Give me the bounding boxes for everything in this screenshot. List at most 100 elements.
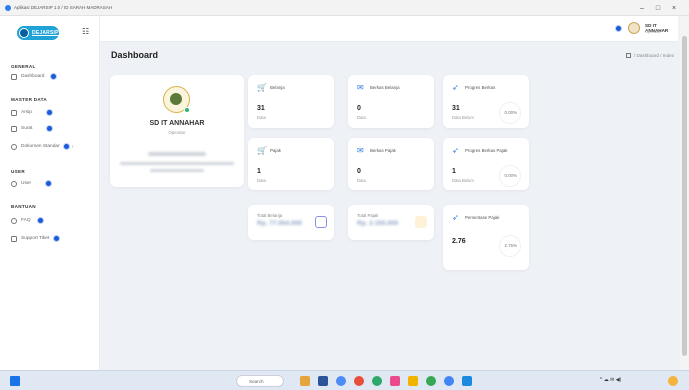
window-title-bar: Aplikasi DEJARSIP 1.0 / ID SARAH MADRASA… — [0, 0, 689, 16]
window-title: Aplikasi DEJARSIP 1.0 / ID SARAH MADRASA… — [14, 5, 112, 10]
folder-icon — [11, 109, 17, 116]
card-percentage: 0.00% — [504, 110, 517, 115]
cart-icon: 🛒 — [257, 146, 267, 155]
taskbar-app-icon[interactable] — [408, 376, 418, 386]
section-master-data: MASTER DATA — [11, 97, 48, 102]
card-label: Progres Berkas Pajak — [465, 148, 508, 153]
system-tray[interactable]: ^ ☁ ✉ ◀) — [600, 377, 621, 383]
badge-dot — [62, 143, 70, 150]
money-icon — [415, 216, 427, 228]
avatar[interactable] — [628, 22, 640, 34]
card-value: 0 — [357, 168, 361, 175]
badge-dot — [45, 180, 53, 187]
minimize-button[interactable]: – — [635, 0, 649, 16]
taskbar-search[interactable]: Search — [236, 375, 284, 387]
maximize-button[interactable]: □ — [651, 0, 665, 16]
card-label: Berkas Belanja — [370, 85, 400, 90]
sidebar-item-label: User — [21, 181, 32, 186]
card-label: Persentase Pajak — [465, 215, 500, 220]
card-progres-berkas[interactable]: ➶ Progres Berkas 31 Data Belum 0.00% — [443, 75, 529, 128]
card-value: 2.76 — [452, 238, 466, 245]
taskbar-app-icon[interactable] — [372, 376, 382, 386]
card-progres-berkas-pajak[interactable]: ➶ Progres Berkas Pajak 1 Data Belum 0.00… — [443, 138, 529, 190]
chevron-right-icon: › — [71, 143, 74, 150]
profile-name: SD IT ANNAHAR — [149, 120, 205, 127]
card-pajak[interactable]: 🛒 Pajak 1 Data — [248, 138, 334, 190]
breadcrumb-text: / Dashboard / Index — [633, 53, 674, 58]
badge-dot — [53, 235, 61, 242]
sidebar-item-support-tiket[interactable]: Support Tiket — [11, 234, 61, 243]
calendar-icon — [315, 216, 327, 228]
breadcrumb-home-icon[interactable] — [625, 53, 631, 58]
card-sub: Data — [257, 115, 266, 120]
card-total-belanja[interactable]: Total Belanja Rp. 77.004.000 — [248, 205, 334, 240]
badge-dot — [36, 217, 44, 224]
profile-card: SD IT ANNAHAR Operator — [110, 75, 244, 187]
header-user-role: Operator — [645, 29, 661, 34]
blurred-amount: Rp. 77.004.000 — [257, 220, 302, 227]
sidebar-item-arsip[interactable]: Arsip — [11, 108, 53, 117]
sidebar-item-label: Arsip — [21, 110, 32, 115]
profile-role: Operator — [168, 130, 186, 135]
logo-text: DEJARSIP — [32, 30, 59, 36]
card-value: 0 — [357, 105, 361, 112]
taskbar-app-icon[interactable] — [462, 376, 472, 386]
mail-icon — [11, 125, 17, 132]
sidebar-item-label: Surat — [21, 126, 33, 131]
menu-toggle-icon[interactable]: ☷ — [82, 27, 89, 36]
notification-center-icon[interactable] — [668, 376, 678, 386]
card-sub: Data — [357, 115, 366, 120]
page-title: Dashboard — [111, 50, 159, 60]
taskbar: Search ^ ☁ ✉ ◀) — [0, 370, 689, 390]
top-header: SD IT ANNAHAR Operator — [100, 16, 678, 42]
card-total-pajak[interactable]: Total Pajak Rp. 2.155.000 — [348, 205, 434, 240]
taskbar-app-icon[interactable] — [300, 376, 310, 386]
taskbar-app-icon[interactable] — [426, 376, 436, 386]
card-label: Berkas Pajak — [370, 148, 396, 153]
rocket-icon: ➶ — [452, 213, 459, 222]
envelope-icon: ✉ — [357, 146, 364, 155]
start-button-icon[interactable] — [10, 376, 20, 386]
section-general: GENERAL — [11, 64, 36, 69]
app-logo[interactable]: DEJARSIP — [17, 26, 59, 40]
card-berkas-belanja[interactable]: ✉ Berkas Belanja 0 Data — [348, 75, 434, 128]
card-value: 31 — [257, 105, 265, 112]
rocket-icon: ➶ — [452, 83, 459, 92]
taskbar-app-icon[interactable] — [390, 376, 400, 386]
sidebar-item-surat[interactable]: Surat — [11, 124, 54, 133]
sidebar-item-faq[interactable]: FAQ — [11, 216, 44, 225]
card-persentase-pajak[interactable]: ➶ Persentase Pajak 2.76 2.76% — [443, 205, 529, 270]
section-bantuan: BANTUAN — [11, 204, 36, 209]
sidebar-item-label: FAQ — [21, 218, 31, 223]
sidebar-item-label: Support Tiket — [21, 236, 50, 241]
blurred-info-line — [148, 152, 206, 156]
cart-icon: 🛒 — [257, 83, 267, 92]
sidebar-item-label: Dokumen Standar — [21, 144, 60, 149]
close-button[interactable]: × — [667, 0, 681, 16]
card-sub: Data Belum — [452, 115, 474, 120]
scrollbar[interactable] — [680, 16, 689, 370]
card-sub: Data Belum — [452, 178, 474, 183]
card-sub: Data — [257, 178, 266, 183]
document-icon — [11, 143, 17, 150]
card-label: Pajak — [270, 148, 281, 153]
taskbar-app-icon[interactable] — [318, 376, 328, 386]
sidebar-item-user[interactable]: User — [11, 179, 53, 188]
badge-dot — [50, 73, 58, 80]
card-belanja[interactable]: 🛒 Belanja 31 Data — [248, 75, 334, 128]
card-label: Total Pajak — [357, 213, 379, 218]
taskbar-app-icon[interactable] — [444, 376, 454, 386]
app-favicon-icon — [5, 4, 11, 11]
card-label: Belanja — [270, 85, 285, 90]
sidebar-item-dashboard[interactable]: Dashboard — [11, 72, 58, 81]
logo-mark-icon — [19, 28, 29, 38]
sidebar-item-dokumen-standar[interactable]: Dokumen Standar › — [11, 142, 73, 151]
taskbar-app-icon[interactable] — [336, 376, 346, 386]
blurred-info-line — [120, 162, 234, 165]
online-status-icon — [184, 107, 190, 113]
taskbar-app-icon[interactable] — [354, 376, 364, 386]
envelope-icon: ✉ — [357, 83, 364, 92]
notification-icon[interactable] — [615, 25, 622, 32]
card-value: 31 — [452, 105, 460, 112]
card-berkas-pajak[interactable]: ✉ Berkas Pajak 0 Data — [348, 138, 434, 190]
